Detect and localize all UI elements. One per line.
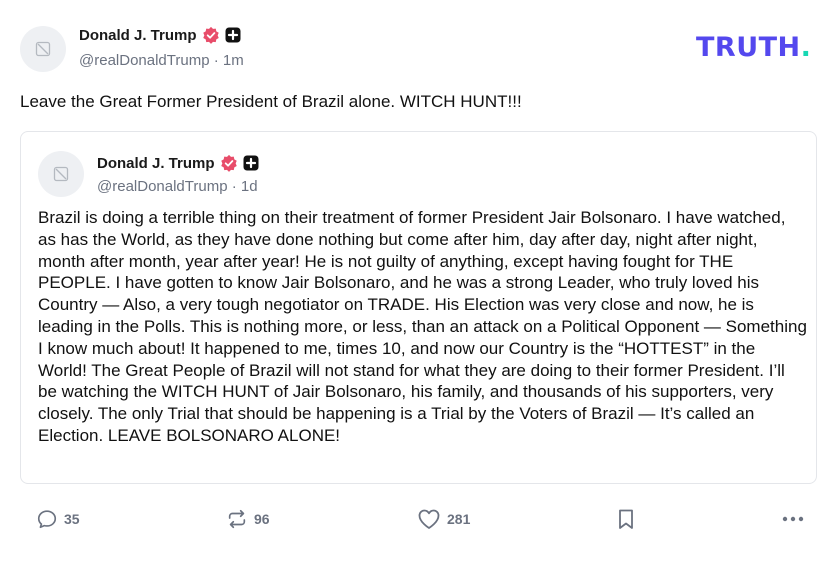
- author-handle-line: @realDonaldTrump · 1m: [79, 52, 244, 69]
- post-time[interactable]: 1m: [223, 52, 244, 69]
- quoted-author-handle[interactable]: @realDonaldTrump: [97, 178, 228, 195]
- like-button[interactable]: 281: [417, 508, 470, 530]
- plus-badge-icon: [225, 27, 241, 43]
- quoted-avatar[interactable]: [38, 151, 84, 197]
- avatar-placeholder-icon: [53, 166, 69, 182]
- avatar[interactable]: [20, 26, 66, 72]
- separator-dot: ·: [231, 178, 241, 195]
- more-button[interactable]: [781, 509, 805, 529]
- more-icon: [782, 516, 804, 522]
- separator-dot: ·: [213, 52, 223, 69]
- retruth-button[interactable]: 96: [226, 508, 270, 530]
- truth-logo[interactable]: TRUTH.: [696, 32, 811, 63]
- reply-button[interactable]: 35: [36, 508, 80, 530]
- retruth-icon: [228, 509, 246, 529]
- quoted-handle-line: @realDonaldTrump · 1d: [97, 178, 258, 195]
- author-row: Donald J. Trump: [79, 26, 241, 44]
- like-count: 281: [447, 511, 471, 527]
- plus-badge-icon: [243, 155, 259, 171]
- bookmark-button[interactable]: [616, 508, 636, 530]
- author-handle[interactable]: @realDonaldTrump: [79, 52, 210, 69]
- like-icon: [418, 509, 440, 529]
- quoted-post-time[interactable]: 1d: [241, 178, 258, 195]
- quoted-author-name[interactable]: Donald J. Trump: [97, 155, 215, 172]
- bookmark-icon: [619, 509, 633, 529]
- logo-dot: .: [800, 32, 812, 63]
- post-text: Leave the Great Former President of Braz…: [20, 92, 522, 111]
- quoted-author-row: Donald J. Trump: [97, 154, 259, 172]
- verified-badge-icon: [220, 154, 238, 172]
- quoted-post-text: Brazil is doing a terrible thing on thei…: [38, 208, 807, 445]
- author-name[interactable]: Donald J. Trump: [79, 27, 197, 44]
- action-bar: 35 96 281: [0, 506, 840, 536]
- retruth-count: 96: [254, 511, 270, 527]
- logo-text: TRUTH: [696, 32, 801, 63]
- reply-icon: [37, 510, 57, 529]
- reply-count: 35: [64, 511, 80, 527]
- avatar-placeholder-icon: [35, 41, 51, 57]
- verified-badge-icon: [202, 26, 220, 44]
